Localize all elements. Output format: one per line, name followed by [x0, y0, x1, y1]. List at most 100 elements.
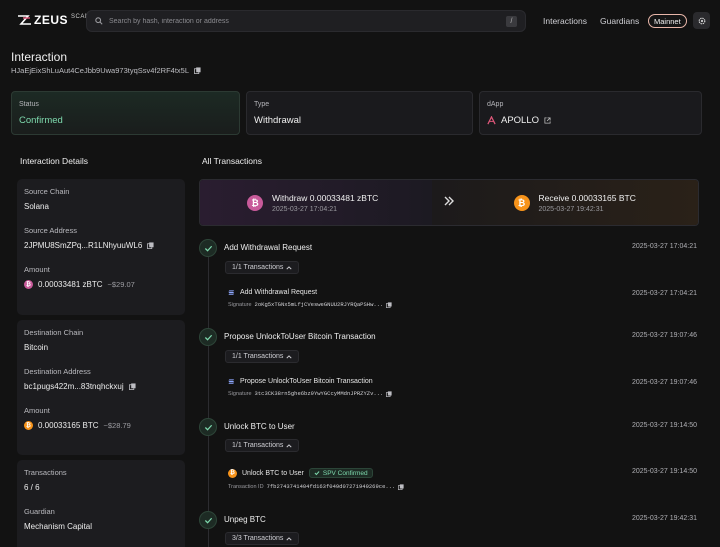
source-usd: ~$29.07	[107, 280, 135, 289]
solana-icon	[228, 290, 235, 295]
search-shortcut-key: /	[506, 15, 517, 27]
signature-value[interactable]: 2oKg5xTGNx5mLfjCVesweGNUU2RJYRQaPSHw...	[255, 301, 384, 308]
transactions-toggle[interactable]: 3/3 Transactions	[225, 532, 300, 545]
copy-icon[interactable]	[194, 67, 201, 74]
signature-value[interactable]: 3tc3CK38rn5ghe6bz9YwYGCcyMMdnJPRZYZv...	[255, 390, 384, 397]
sub-transaction[interactable]: Add Withdrawal Request	[228, 289, 317, 296]
sub-transaction[interactable]: Propose UnlockToUser Bitcoin Transaction	[228, 378, 373, 385]
transactions-toggle-label: 3/3 Transactions	[232, 535, 284, 542]
dapp-card: dApp APOLLO	[479, 91, 702, 135]
spv-status-text: SPV Confirmed	[322, 469, 368, 477]
timeline-line	[208, 256, 209, 338]
spv-status-badge: SPV Confirmed	[308, 468, 373, 478]
source-panel: Source Chain Solana Source Address 2JPMU…	[17, 179, 185, 315]
source-amount-label: Amount	[24, 265, 50, 274]
status-value: Confirmed	[19, 115, 63, 126]
transactions-toggle-label: 1/1 Transactions	[232, 442, 284, 449]
step-title: Unpeg BTC	[224, 515, 266, 524]
step-complete-icon	[199, 418, 217, 436]
copy-icon[interactable]	[386, 301, 392, 308]
search-bar[interactable]: /	[86, 10, 526, 32]
step-date: 2025-03-27 19:07:46	[632, 332, 697, 339]
copy-icon[interactable]	[128, 383, 136, 390]
solana-icon	[228, 379, 235, 384]
zbtc-icon: ₿	[247, 194, 263, 211]
check-icon	[204, 424, 212, 431]
btc-icon: ₿	[513, 194, 530, 211]
chevron-up-icon	[286, 265, 292, 269]
external-link-icon[interactable]	[544, 117, 551, 124]
transactions-toggle[interactable]: 1/1 Transactions	[225, 439, 300, 452]
transaction-id-value[interactable]: 7fb2743741404fd163f049d07271949269ce...	[267, 483, 396, 490]
status-card: Status Confirmed	[11, 91, 240, 135]
transactions-toggle[interactable]: 1/1 Transactions	[225, 350, 300, 363]
dapp-label: dApp	[487, 101, 504, 108]
receive-summary: ₿ Receive 0.00033165 BTC 2025-03-27 19:4…	[431, 180, 698, 225]
logo-text: ZEUS	[34, 13, 69, 27]
timeline-line	[208, 346, 209, 428]
chevron-up-icon	[286, 536, 292, 540]
step-complete-icon	[199, 239, 217, 257]
details-title: Interaction Details	[20, 156, 89, 166]
signature-label: Signature	[228, 390, 252, 397]
step-date: 2025-03-27 19:14:50	[632, 422, 697, 429]
dest-address[interactable]: bc1pugs422m...83tnqhckxuj	[24, 382, 124, 391]
double-chevron-right-icon	[444, 196, 454, 206]
chevron-up-icon	[286, 443, 292, 447]
page-title: Interaction	[11, 50, 68, 64]
source-chain-label: Source Chain	[24, 187, 70, 196]
sub-transaction-title: Propose UnlockToUser Bitcoin Transaction	[240, 378, 373, 385]
check-icon	[204, 517, 212, 524]
type-card: Type Withdrawal	[246, 91, 473, 135]
type-value: Withdrawal	[254, 115, 301, 126]
check-icon	[204, 245, 212, 252]
apollo-logo-icon	[487, 116, 496, 125]
nav-interactions[interactable]: Interactions	[543, 16, 587, 26]
btc-icon: ₿	[228, 468, 237, 478]
search-input[interactable]	[109, 17, 506, 25]
chevron-up-icon	[286, 354, 292, 358]
source-address-label: Source Address	[24, 226, 77, 235]
source-amount: 0.00033481 zBTC	[38, 280, 103, 289]
meta-panel: Transactions 6 / 6 Guardian Mechanism Ca…	[17, 460, 185, 547]
withdraw-amount: Withdraw 0.00033481 zBTC	[272, 192, 379, 203]
guardian-label: Guardian	[24, 507, 55, 516]
copy-icon[interactable]	[147, 242, 154, 249]
sub-transaction-date: 2025-03-27 19:07:46	[632, 379, 697, 386]
step-title: Unlock BTC to User	[224, 422, 295, 431]
btc-icon: ₿	[24, 421, 33, 430]
dest-chain: Bitcoin	[24, 343, 49, 352]
sub-transaction-date: 2025-03-27 19:14:50	[632, 468, 697, 475]
guardian-name[interactable]: Mechanism Capital	[24, 522, 178, 531]
transfer-summary: ₿ Withdraw 0.00033481 zBTC 2025-03-27 17…	[199, 179, 699, 226]
receive-amount: Receive 0.00033165 BTC	[538, 192, 636, 203]
settings-button[interactable]	[693, 12, 710, 29]
transactions-toggle[interactable]: 1/1 Transactions	[225, 261, 300, 274]
zeus-logo[interactable]: ZEUS SCAN	[18, 13, 90, 27]
status-label: Status	[19, 101, 39, 108]
sub-transaction-title: Unlock BTC to User	[242, 469, 304, 477]
sub-transaction-meta: Transaction ID 7fb2743741404fd163f049d07…	[228, 483, 404, 490]
signature-label: Signature	[228, 301, 252, 308]
check-icon	[204, 334, 212, 341]
dapp-value[interactable]: APOLLO	[487, 115, 694, 126]
network-selector[interactable]: Mainnet	[648, 14, 687, 28]
destination-panel: Destination Chain Bitcoin Destination Ad…	[17, 320, 185, 455]
source-address[interactable]: 2JPMU8SmZPq...R1LNhyuuWL6	[24, 241, 142, 250]
nav-guardians[interactable]: Guardians	[600, 16, 639, 26]
dest-amount: 0.00033165 BTC	[38, 421, 99, 430]
hash-text: HJaEjEixShLuAut4CeJbb9Uwa973tyqSsv4f2RF4…	[11, 66, 190, 75]
type-label: Type	[254, 101, 270, 108]
copy-icon[interactable]	[398, 483, 404, 490]
search-icon	[95, 17, 103, 25]
sub-transaction-title: Add Withdrawal Request	[240, 289, 318, 296]
copy-icon[interactable]	[386, 390, 392, 397]
sub-transaction-meta: Signature 2oKg5xTGNx5mLfjCVesweGNUU2RJYR…	[228, 301, 392, 308]
step-date: 2025-03-27 17:04:21	[632, 243, 697, 250]
sub-transaction[interactable]: ₿ Unlock BTC to User SPV Confirmed	[228, 468, 373, 478]
transactions-toggle-label: 1/1 Transactions	[232, 353, 284, 360]
step-title: Add Withdrawal Request	[224, 243, 313, 252]
timeline-line	[208, 436, 209, 520]
dest-usd: ~$28.79	[103, 421, 131, 430]
timeline-line	[208, 529, 209, 547]
